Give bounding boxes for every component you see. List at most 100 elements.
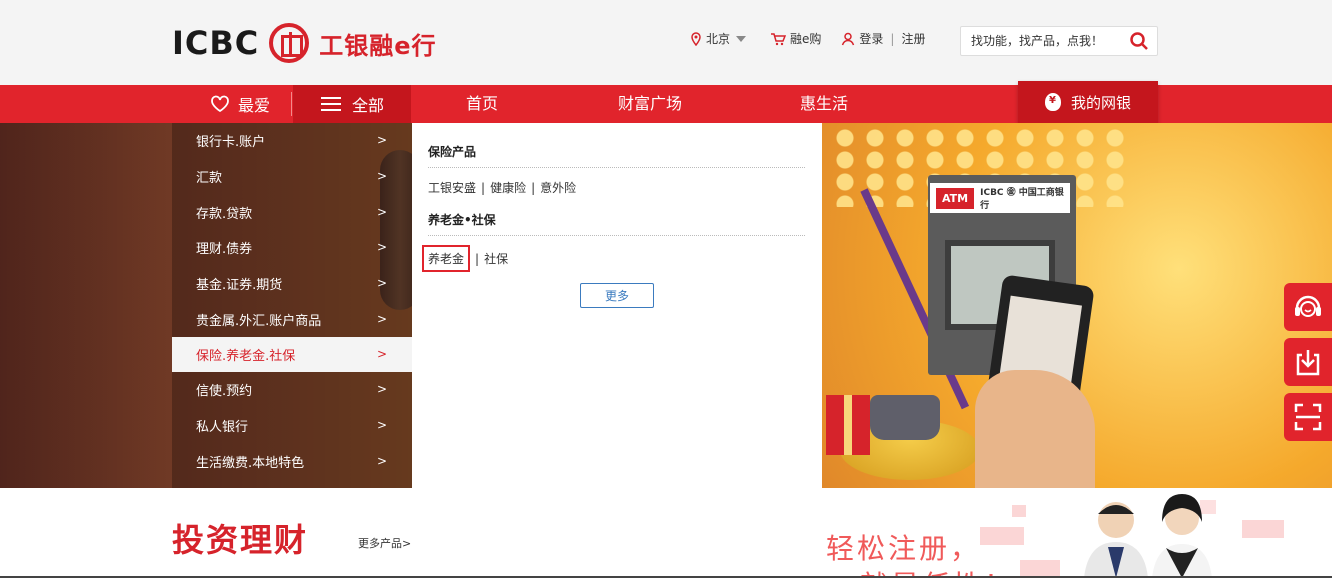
chevron-right-icon: > <box>376 454 387 468</box>
section-title-insurance: 保险产品 <box>428 145 477 159</box>
top-links: 北京 融e购 登录 | 注册 <box>690 30 925 47</box>
chevron-down-icon <box>736 35 747 42</box>
location-selector[interactable]: 北京 <box>690 30 747 47</box>
category-label: 基金.证券.期货 <box>196 278 283 293</box>
hand-image <box>975 370 1095 488</box>
category-item-metals-fx[interactable]: 贵金属.外汇.账户商品 > <box>172 302 412 337</box>
search-input[interactable] <box>961 27 1121 55</box>
link-health-insurance[interactable]: 健康险 <box>490 179 526 196</box>
category-item-cards[interactable]: 银行卡.账户 > <box>172 123 412 158</box>
chevron-right-icon: > <box>376 240 387 254</box>
chevron-right-icon: > <box>376 347 387 361</box>
decorative-square <box>1242 520 1284 538</box>
section-title-invest: 投资理财 <box>172 521 309 559</box>
login-link[interactable]: 登录 <box>859 30 883 47</box>
decorative-square <box>980 527 1024 545</box>
register-banner-line1[interactable]: 轻松注册， <box>826 527 981 567</box>
register-link[interactable]: 注册 <box>901 30 925 47</box>
link-pension[interactable]: 养老金 <box>422 245 471 272</box>
category-label: 信使.预约 <box>196 384 253 399</box>
logo-cn-text: 工银融e行 <box>319 31 437 60</box>
category-item-insurance[interactable]: 保险.养老金.社保 > <box>172 337 412 372</box>
main-nav: 最爱 全部 首页 财富广场 惠生活 我的网银 <box>0 81 1332 123</box>
scan-button[interactable] <box>1284 393 1332 441</box>
staff-photo-image <box>1084 494 1212 578</box>
link-social-security[interactable]: 社保 <box>484 250 508 267</box>
separator: | <box>475 251 480 266</box>
more-button[interactable]: 更多 <box>580 283 654 308</box>
category-label: 汇款 <box>196 171 223 186</box>
nav-item-life[interactable]: 惠生活 <box>800 85 848 123</box>
separator: | <box>481 180 486 195</box>
category-item-wealth-bonds[interactable]: 理财.债券 > <box>172 230 412 265</box>
chevron-right-icon: > <box>376 312 387 326</box>
shop-label: 融e购 <box>790 32 822 46</box>
category-label: 理财.债券 <box>196 242 253 257</box>
separator: | <box>890 31 895 46</box>
category-label: 银行卡.账户 <box>196 135 266 150</box>
link-accident-insurance[interactable]: 意外险 <box>540 179 576 196</box>
download-icon <box>1296 350 1320 376</box>
chevron-right-icon: > <box>376 133 387 147</box>
decorative-square <box>1012 505 1026 517</box>
menu-icon <box>320 97 341 111</box>
nav-all-categories[interactable]: 全部 <box>293 85 411 123</box>
nav-favorites[interactable]: 最爱 <box>190 85 290 123</box>
location-label: 北京 <box>706 32 731 46</box>
section-title-pension: 养老金•社保 <box>428 213 496 227</box>
icbc-logo[interactable]: ICBC 工银融e行 <box>172 20 437 66</box>
category-item-remittance[interactable]: 汇款 > <box>172 159 412 194</box>
top-header: ICBC 工银融e行 北京 融e购 登录 | 注册 <box>0 0 1332 85</box>
my-online-bank-button[interactable]: 我的网银 <box>1018 81 1158 123</box>
atm-header: ATM ICBC ㊎ 中国工商银行 <box>930 183 1070 213</box>
user-icon <box>842 32 855 45</box>
insurance-links: 工银安盛 | 健康险 | 意外险 <box>428 179 576 196</box>
category-label: 生活缴费.本地特色 <box>196 456 305 471</box>
category-label: 保险.养老金.社保 <box>196 349 296 364</box>
customer-service-button[interactable] <box>1284 283 1332 331</box>
chevron-right-icon: > <box>376 418 387 432</box>
money-bag-icon <box>1044 93 1061 111</box>
divider <box>428 235 805 236</box>
category-label: 存款.贷款 <box>196 207 253 222</box>
submenu-panel: 保险产品 工银安盛 | 健康险 | 意外险 养老金•社保 养老金 | 社保 更多 <box>412 123 822 488</box>
shop-link[interactable]: 融e购 <box>770 30 821 47</box>
nav-favorites-label: 最爱 <box>237 96 270 115</box>
download-button[interactable] <box>1284 338 1332 386</box>
category-item-funds-securities[interactable]: 基金.证券.期货 > <box>172 266 412 301</box>
category-menu: 银行卡.账户 > 汇款 > 存款.贷款 > 理财.债券 > 基金.证券.期货 > 贵金属.… <box>172 123 412 488</box>
category-label: 贵金属.外汇.账户商品 <box>196 314 322 329</box>
nav-item-home[interactable]: 首页 <box>466 85 498 123</box>
nav-divider <box>291 92 292 116</box>
chevron-right-icon: > <box>376 276 387 290</box>
separator: | <box>531 180 536 195</box>
category-item-private-bank[interactable]: 私人银行 > <box>172 408 412 443</box>
icbc-emblem-icon <box>269 23 310 63</box>
my-online-bank-label: 我的网银 <box>1070 93 1131 112</box>
category-item-bill-payment[interactable]: 生活缴费.本地特色 > <box>172 444 412 479</box>
logo-text: ICBC <box>172 24 260 62</box>
gift-box-image <box>826 395 870 455</box>
nav-item-wealth[interactable]: 财富广场 <box>618 85 682 123</box>
cart-icon <box>771 32 787 45</box>
link-icbc-axa[interactable]: 工银安盛 <box>428 179 476 196</box>
search-box <box>960 26 1158 56</box>
pension-links: 养老金 | 社保 <box>422 245 508 272</box>
headset-icon <box>1295 295 1321 317</box>
category-item-deposit-loan[interactable]: 存款.贷款 > <box>172 195 412 230</box>
vacuum-head-image <box>870 395 940 440</box>
location-pin-icon <box>691 31 701 46</box>
atm-brand: ICBC ㊎ 中国工商银行 <box>980 188 1064 211</box>
scan-icon <box>1294 403 1322 431</box>
chevron-right-icon: > <box>376 169 387 183</box>
atm-label: ATM <box>936 187 975 209</box>
nav-all-label: 全部 <box>351 96 384 115</box>
search-icon[interactable] <box>1129 31 1149 51</box>
more-products-link[interactable]: 更多产品> <box>358 535 411 551</box>
chevron-right-icon: > <box>376 205 387 219</box>
heart-icon <box>211 95 229 113</box>
chevron-right-icon: > <box>376 382 387 396</box>
divider <box>428 167 805 168</box>
category-item-messenger[interactable]: 信使.预约 > <box>172 372 412 407</box>
login-area: 登录 | 注册 <box>841 30 925 47</box>
